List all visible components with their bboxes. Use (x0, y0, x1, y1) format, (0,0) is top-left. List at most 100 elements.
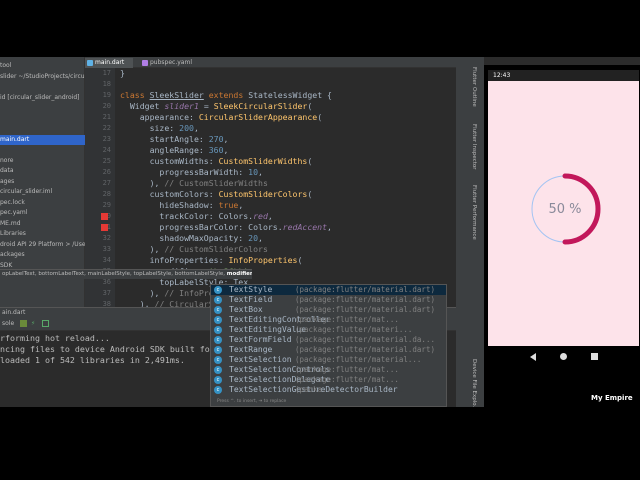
code-line: startAngle: 270, (120, 134, 229, 144)
class-icon: c (214, 386, 222, 394)
line-number: 20 (102, 102, 111, 110)
editor-tab[interactable]: pubspec.yaml (140, 58, 195, 68)
editor-tab[interactable]: main.dart (85, 58, 133, 68)
project-tree-item[interactable]: ages (0, 177, 14, 187)
project-tree-item[interactable]: ackages (0, 250, 25, 260)
class-icon: c (214, 326, 222, 334)
autocomplete-item[interactable]: c TextStyle (package:flutter/material.dart… (211, 285, 446, 295)
autocomplete-item-package: (package:flutter/material.da... (295, 335, 435, 344)
class-icon: c (214, 306, 222, 314)
code-line: shadowMaxOpacity: 20, (120, 233, 263, 243)
line-number: 37 (102, 289, 111, 297)
code-line: size: 200, (120, 123, 199, 133)
line-number: 25 (102, 157, 111, 165)
autocomplete-item[interactable]: c TextSelectionGestureDetectorBuilder (pac… (211, 385, 446, 395)
console-line: rforming hot reload... (0, 333, 110, 343)
project-tree-item[interactable]: nore (0, 156, 14, 166)
autocomplete-item-name: TextBox (229, 305, 263, 314)
code-line: trackColor: Colors.red, (120, 211, 273, 221)
parameter-info-popup: opLabelText, bottomLabelText, mainLabelS… (0, 269, 252, 279)
autocomplete-item[interactable]: c TextBox (package:flutter/material.dart) (211, 305, 446, 315)
status-bar: 12:43 (488, 70, 639, 81)
line-number: 26 (102, 168, 111, 176)
autocomplete-popup[interactable]: c TextStyle (package:flutter/material.dart… (210, 284, 447, 407)
project-tree-item[interactable]: main.dart (0, 134, 85, 145)
autocomplete-item[interactable]: c TextEditingValue (package:flutter/materi… (211, 325, 446, 335)
class-icon: c (214, 296, 222, 304)
side-tool-tab[interactable]: Flutter Outline (471, 67, 477, 107)
line-number: 33 (102, 245, 111, 253)
project-tree-item[interactable]: id [circular_slider_android] (0, 93, 79, 103)
side-tool-tab[interactable]: Flutter Inspector (471, 124, 477, 170)
file-icon (142, 60, 148, 66)
autocomplete-item[interactable]: c TextEditingController (package:flutter/m… (211, 315, 446, 325)
class-icon: c (214, 286, 222, 294)
class-icon: c (214, 366, 222, 374)
back-icon[interactable] (530, 353, 536, 361)
code-line: ), // InfoPro (120, 288, 214, 298)
home-icon[interactable] (560, 353, 567, 360)
project-tree-item[interactable]: pec.yaml (0, 208, 27, 218)
side-tool-tab[interactable]: Flutter Performance (471, 185, 477, 240)
autocomplete-item-package: (package:flutter/material.dart) (295, 285, 435, 294)
autocomplete-item[interactable]: c TextSelection (package:flutter/material.… (211, 355, 446, 365)
android-navigation-bar (488, 346, 639, 368)
autocomplete-item-package: (package:flutter/material.dart) (295, 295, 435, 304)
breakpoint-icon[interactable] (101, 213, 108, 220)
project-tree-item[interactable]: tool (0, 61, 11, 71)
hot-reload-icon[interactable]: ⚡ (31, 320, 35, 327)
editor-scroll-strip[interactable] (456, 57, 470, 407)
autocomplete-item[interactable]: c TextRange (package:flutter/material.dart… (211, 345, 446, 355)
autocomplete-item[interactable]: c TextFormField (package:flutter/material.… (211, 335, 446, 345)
code-line: progressBarColor: Colors.redAccent, (120, 222, 332, 232)
code-line: } (120, 68, 125, 78)
line-number: 22 (102, 124, 111, 132)
autocomplete-item-name: TextSelection (229, 355, 292, 364)
autocomplete-item-name: TextStyle (229, 285, 273, 294)
autocomplete-item-name: TextField (229, 295, 273, 304)
autocomplete-item[interactable]: c TextSelectionControls (package:flutter/m… (211, 365, 446, 375)
autocomplete-item-package: (package:flutter/materi... (295, 325, 413, 334)
autocomplete-item[interactable]: c TextSelectionDelegate (package:flutter/m… (211, 375, 446, 385)
code-line: ), // CustomSliderColors (120, 244, 268, 254)
right-tool-tabs: Flutter Outline Flutter Inspector Flutter … (470, 57, 484, 407)
tab-label: main.dart (95, 59, 125, 66)
code-line: infoProperties: InfoProperties( (120, 255, 303, 265)
code-line: progressBarWidth: 10, (120, 167, 263, 177)
side-tool-tab[interactable]: Device File Explo... (471, 359, 477, 407)
class-icon: c (214, 376, 222, 384)
line-number: 29 (102, 201, 111, 209)
line-number: 19 (102, 91, 111, 99)
console-tab-label[interactable]: sole (2, 320, 14, 327)
slider-value-label: 50 % (548, 202, 581, 217)
project-tree-item[interactable]: droid API 29 Platform > /User (0, 240, 88, 250)
project-tree-item[interactable]: slider ~/StudioProjects/circula (0, 72, 90, 82)
breakpoint-icon[interactable] (101, 224, 108, 231)
circular-slider[interactable]: 50 % (527, 171, 603, 247)
recents-icon[interactable] (591, 353, 598, 360)
project-tree-item[interactable]: Libraries (0, 229, 26, 239)
tab-label: pubspec.yaml (150, 59, 192, 66)
code-line: hideShadow: true, (120, 200, 244, 210)
class-icon: c (214, 346, 222, 354)
code-line: customColors: CustomSliderColors( (120, 189, 313, 199)
line-number: 32 (102, 234, 111, 242)
file-icon (87, 60, 93, 66)
autocomplete-item[interactable]: c TextField (package:flutter/material.dart… (211, 295, 446, 305)
autocomplete-item-name: TextFormField (229, 335, 292, 344)
project-tree-item[interactable]: data (0, 166, 14, 176)
restart-icon[interactable] (42, 320, 49, 327)
code-line: angleRange: 360, (120, 145, 229, 155)
autocomplete-item-package: (package:flutter/material.dart) (295, 305, 435, 314)
project-tree-item[interactable]: ME.md (0, 219, 21, 229)
line-number: 27 (102, 179, 111, 187)
video-caption: My Empire (591, 394, 633, 402)
line-number: 21 (102, 113, 111, 121)
console-line: loaded 1 of 542 libraries in 2,491ms. (0, 355, 185, 365)
autocomplete-footer: Press ^. to insert, ⇥ to replace (211, 398, 446, 406)
project-tree-item[interactable]: circular_slider.iml (0, 187, 52, 197)
terminal-icon[interactable] (20, 320, 27, 327)
parameter-hint-text: opLabelText, bottomLabelText, mainLabelS… (2, 271, 227, 277)
project-tree-item[interactable]: pec.lock (0, 198, 25, 208)
parameter-hint-current: modifier (226, 271, 252, 277)
